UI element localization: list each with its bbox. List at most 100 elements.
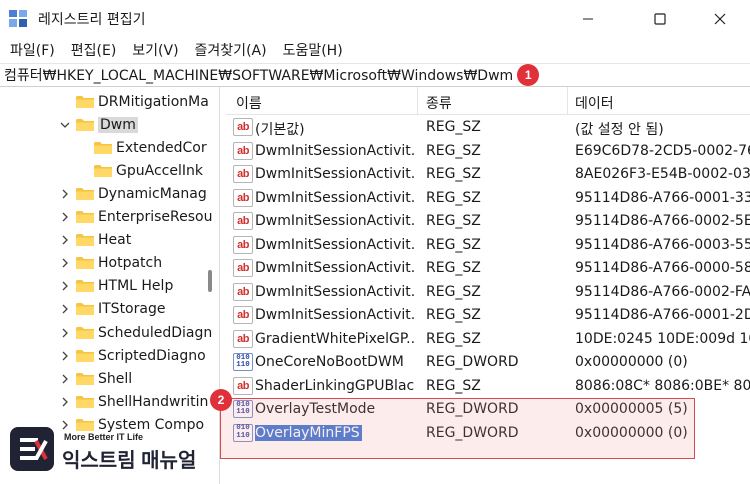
value-row[interactable]: ab ShaderLinkingGPUBlac... REG_SZ 8086:08C*… — [226, 375, 750, 399]
value-name-text: DwmInitSessionActivit... — [255, 189, 415, 206]
menu-view[interactable]: 보기(V) — [132, 40, 178, 60]
value-row[interactable]: ab DwmInitSessionActivit... REG_SZ 95114D86… — [226, 257, 750, 281]
folder-icon — [76, 372, 94, 385]
value-row[interactable]: ab DwmInitSessionActivit... REG_SZ E69C6D78… — [226, 140, 750, 164]
value-row[interactable]: ab DwmInitSessionActivit... REG_SZ 95114D86… — [226, 304, 750, 328]
chevron-right-icon[interactable] — [58, 326, 72, 340]
column-divider[interactable] — [567, 87, 568, 115]
string-value-icon: ab — [233, 165, 253, 183]
watermark-logo: More Better IT Life 익스트림 매뉴얼 — [10, 427, 220, 479]
column-header-type[interactable]: 종류 — [426, 93, 452, 113]
close-button[interactable] — [697, 0, 743, 37]
chevron-right-icon[interactable] — [58, 187, 72, 201]
maximize-button[interactable] — [637, 0, 683, 37]
value-row[interactable]: 010 110 OneCoreNoBootDWM REG_DWORD 0x0000000… — [226, 351, 750, 375]
list-header: 이름 종류 데이터 — [226, 87, 750, 115]
column-divider[interactable] — [417, 87, 418, 115]
value-data: 10DE:0245 10DE:009d 10D — [575, 330, 750, 347]
tree-item[interactable]: EnterpriseResou — [58, 206, 212, 229]
string-value-icon: ab — [233, 306, 253, 324]
tree-item[interactable]: DynamicManag — [58, 182, 207, 205]
menu-file[interactable]: 파일(F) — [10, 40, 55, 60]
folder-icon — [76, 95, 94, 108]
value-row[interactable]: ab DwmInitSessionActivit... REG_SZ 95114D86… — [226, 234, 750, 258]
value-name-text: GradientWhitePixelGP... — [255, 330, 415, 347]
value-data: (값 설정 안 됨) — [575, 122, 664, 138]
chevron-right-icon[interactable] — [58, 349, 72, 363]
value-data: 95114D86-A766-0002-5E0 — [575, 213, 750, 229]
menu-edit[interactable]: 편집(E) — [71, 40, 117, 60]
minimize-button[interactable] — [565, 0, 611, 37]
value-type: REG_SZ — [426, 283, 481, 300]
chevron-right-icon[interactable] — [58, 279, 72, 293]
value-name: DwmInitSessionActivit... — [255, 284, 415, 300]
chevron-right-icon[interactable] — [58, 233, 72, 247]
chevron-right-icon[interactable] — [58, 395, 72, 409]
tree-item[interactable]: Dwm — [58, 113, 138, 136]
value-name-text: ShaderLinkingGPUBlac... — [255, 377, 415, 394]
tree-item[interactable]: Heat — [58, 229, 131, 252]
tree-item-label: HTML Help — [98, 278, 174, 295]
address-path[interactable]: 컴퓨터₩HKEY_LOCAL_MACHINE₩SOFTWARE₩Microsof… — [4, 65, 513, 85]
value-row[interactable]: ab DwmInitSessionActivit... REG_SZ 95114D86… — [226, 281, 750, 305]
tree-item-label: Shell — [98, 370, 133, 387]
tree-item-label: ExtendedCor — [116, 139, 207, 156]
value-data: 95114D86-A766-0001-2D0 — [575, 307, 750, 323]
tree-item[interactable]: ScriptedDiagno — [58, 344, 206, 367]
value-row[interactable]: ab DwmInitSessionActivit... REG_SZ 95114D86… — [226, 210, 750, 234]
tree-item-label: ITStorage — [98, 301, 166, 318]
folder-icon — [76, 234, 94, 247]
tree-item[interactable]: ITStorage — [58, 298, 165, 321]
tree-item[interactable]: ScheduledDiagn — [58, 321, 212, 344]
address-bar[interactable]: 컴퓨터₩HKEY_LOCAL_MACHINE₩SOFTWARE₩Microsof… — [0, 63, 750, 87]
chevron-right-icon[interactable] — [58, 302, 72, 316]
value-name-text: DwmInitSessionActivit... — [255, 236, 415, 253]
tree-item[interactable]: GpuAccelInk — [76, 159, 203, 182]
menu-favorites[interactable]: 즐겨찾기(A) — [195, 40, 267, 60]
value-name-text: DwmInitSessionActivit... — [255, 307, 415, 323]
value-name: ShaderLinkingGPUBlac... — [255, 378, 415, 394]
string-value-icon: ab — [233, 188, 253, 207]
value-row[interactable]: ab DwmInitSessionActivit... REG_SZ 8AE026F3… — [226, 163, 750, 187]
value-type: REG_SZ — [426, 236, 481, 253]
chevron-right-icon[interactable] — [58, 256, 72, 270]
menu-bar: 파일(F) 편집(E) 보기(V) 즐겨찾기(A) 도움말(H) — [0, 37, 750, 63]
tree-item[interactable]: DRMitigationMa — [58, 90, 209, 113]
tree-item-label: ShellHandwritin — [98, 393, 209, 410]
chevron-right-icon[interactable] — [58, 210, 72, 224]
value-type: REG_SZ — [426, 307, 481, 323]
tree-item[interactable]: HTML Help — [58, 275, 173, 298]
column-header-name[interactable]: 이름 — [236, 93, 262, 113]
value-type: REG_DWORD — [426, 354, 519, 370]
value-name: DwmInitSessionActivit... — [255, 166, 415, 182]
column-header-data[interactable]: 데이터 — [575, 93, 614, 113]
folder-icon — [76, 303, 94, 316]
value-row[interactable]: ab DwmInitSessionActivit... REG_SZ 95114D86… — [226, 187, 750, 211]
tree-item[interactable]: Shell — [58, 367, 132, 390]
string-value-icon: ab — [233, 212, 253, 230]
tree-item[interactable]: ExtendedCor — [76, 136, 207, 159]
tree-scrollbar-thumb[interactable] — [208, 270, 212, 292]
value-row[interactable]: ab (기본값) REG_SZ (값 설정 안 됨) — [226, 116, 750, 140]
value-data: 95114D86-A766-0002-FA2 — [575, 283, 750, 300]
menu-help[interactable]: 도움말(H) — [283, 40, 343, 60]
tree-item[interactable]: Hotpatch — [58, 252, 162, 275]
value-row[interactable]: ab GradientWhitePixelGP... REG_SZ 10DE:0245… — [226, 328, 750, 352]
value-name: (기본값) — [255, 119, 415, 139]
chevron-down-icon[interactable] — [58, 118, 72, 132]
tree-item[interactable]: ShellHandwritin — [58, 390, 208, 413]
value-type: REG_SZ — [426, 213, 481, 229]
value-name-text: DwmInitSessionActivit... — [255, 260, 415, 276]
value-data: 95114D86-A766-0001-338 — [575, 189, 750, 206]
value-type: REG_SZ — [426, 377, 481, 394]
value-data: 95114D86-A766-0000-58B — [575, 260, 750, 276]
string-value-icon: ab — [233, 259, 253, 277]
key-tree[interactable]: DRMitigationMa Dwm ExtendedCor GpuAccelInk D… — [0, 87, 220, 484]
folder-icon — [76, 326, 94, 339]
value-data: E69C6D78-2CD5-0002-76 — [575, 142, 750, 159]
chevron-right-icon[interactable] — [58, 372, 72, 386]
value-name-text: DwmInitSessionActivit... — [255, 283, 415, 300]
dword-value-icon: 010 110 — [233, 353, 253, 371]
value-name-text: DwmInitSessionActivit... — [255, 166, 415, 182]
